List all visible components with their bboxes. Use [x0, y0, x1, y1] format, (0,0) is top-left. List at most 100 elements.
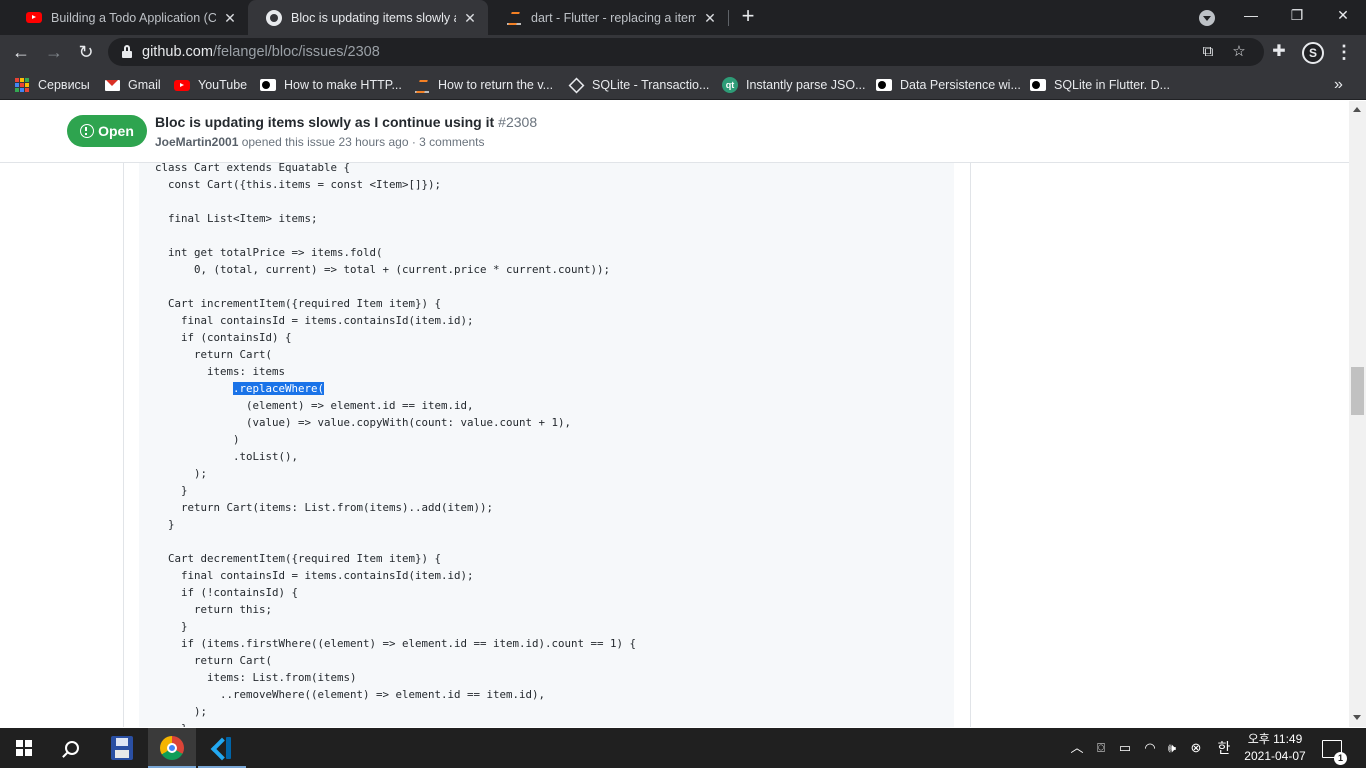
back-icon[interactable]: ←	[9, 40, 33, 64]
page-scrollbar[interactable]	[1349, 101, 1366, 727]
notification-count-badge: 1	[1334, 752, 1347, 765]
start-button[interactable]	[0, 728, 48, 768]
code-line: return Cart(items: List.from(items)..add…	[155, 499, 636, 516]
code-line: return Cart(	[155, 346, 636, 363]
bookmark-label: Data Persistence wi...	[900, 78, 1021, 92]
code-line: }	[155, 618, 636, 635]
code-line: Cart incrementItem({required Item item})…	[155, 295, 636, 312]
code-line: (element) => element.id == item.id,	[155, 397, 636, 414]
issue-meta: JoeMartin2001 opened this issue 23 hours…	[155, 135, 485, 149]
new-tab-button[interactable]: +	[737, 5, 759, 28]
forward-icon[interactable]: →	[42, 40, 66, 64]
taskbar-app-vscode[interactable]	[198, 728, 246, 768]
tab-youtube-todo[interactable]: Building a Todo Application (CRU ✕	[8, 0, 248, 35]
code-text: }	[155, 484, 188, 497]
bookmark-star-icon[interactable]: ☆	[1231, 44, 1247, 60]
network-icon[interactable]: ◠	[1141, 740, 1159, 756]
github-icon	[266, 9, 282, 26]
scrollbar-thumb[interactable]	[1351, 367, 1364, 415]
disconnected-icon[interactable]: ⊗	[1187, 740, 1205, 756]
code-text: final List<Item> items;	[155, 212, 318, 225]
bookmark-label: YouTube	[198, 78, 248, 92]
code-line: if (items.firstWhere((element) => elemen…	[155, 635, 636, 652]
code-text: int get totalPrice => items.fold(	[155, 246, 383, 259]
tab-github-issue[interactable]: Bloc is updating items slowly as I ✕	[248, 0, 488, 35]
bookmark-apps[interactable]: Сервисы	[14, 75, 90, 95]
clock-date: 2021-04-07	[1244, 749, 1306, 763]
chrome-menu-icon[interactable]: ⋮	[1335, 43, 1353, 61]
code-text: Cart incrementItem({required Item item})…	[155, 297, 442, 310]
medium-icon	[260, 77, 276, 93]
issue-state-badge: Open	[67, 115, 147, 147]
taskbar-app-chrome[interactable]	[148, 728, 196, 768]
bookmark-gmail[interactable]: Gmail	[104, 75, 161, 95]
code-line: );	[155, 465, 636, 482]
code-line: final containsId = items.containsId(item…	[155, 567, 636, 584]
bookmark-return-so[interactable]: How to return the v...	[414, 75, 553, 95]
code-text: );	[155, 705, 208, 718]
stackoverflow-icon	[506, 10, 522, 26]
code-line: const Cart({this.items = const <Item>[]}…	[155, 176, 636, 193]
code-text: )	[155, 433, 240, 446]
bookmark-quicktype[interactable]: qt Instantly parse JSO...	[722, 75, 866, 95]
tab-search-icon[interactable]	[1199, 10, 1215, 26]
code-text: if (!containsId) {	[155, 586, 299, 599]
code-text: }	[155, 620, 188, 633]
bookmark-sqlite-flutter[interactable]: SQLite in Flutter. D...	[1030, 75, 1170, 95]
code-text: if (containsId) {	[155, 331, 292, 344]
address-bar[interactable]: github.com/felangel/bloc/issues/2308 ⧉ ☆	[108, 38, 1264, 66]
scroll-down-arrow-icon[interactable]	[1353, 715, 1361, 720]
volume-icon[interactable]: 🕪	[1163, 740, 1181, 756]
tab-title: Bloc is updating items slowly as I	[291, 10, 456, 25]
sqlite-icon	[568, 77, 584, 93]
ime-indicator[interactable]: 한	[1214, 740, 1234, 756]
stackoverflow-icon	[414, 77, 430, 93]
close-window-button[interactable]: ✕	[1320, 0, 1366, 30]
bookmarks-overflow-button[interactable]: »	[1334, 75, 1343, 95]
profile-avatar[interactable]: S	[1302, 42, 1324, 64]
tab-stackoverflow[interactable]: dart - Flutter - replacing a item in ✕	[488, 0, 728, 35]
taskbar-search-button[interactable]	[48, 728, 96, 768]
code-text: return Cart(items: List.from(items)..add…	[155, 501, 494, 514]
youtube-icon	[174, 77, 190, 93]
bookmark-label: How to return the v...	[438, 78, 554, 92]
bookmark-label: SQLite in Flutter. D...	[1054, 78, 1171, 92]
scroll-up-arrow-icon[interactable]	[1353, 107, 1361, 112]
bookmark-youtube[interactable]: YouTube	[174, 75, 247, 95]
bookmark-sqlite-transaction[interactable]: SQLite - Transactio...	[568, 75, 709, 95]
code-line: (value) => value.copyWith(count: value.c…	[155, 414, 636, 431]
meet-now-icon[interactable]: ⌼	[1093, 740, 1109, 756]
taskbar-app-save[interactable]	[98, 728, 146, 768]
show-hidden-icons-chevron-icon[interactable]: ︿	[1069, 740, 1085, 756]
minimize-button[interactable]: —	[1228, 0, 1274, 30]
code-line: return Cart(	[155, 652, 636, 669]
translate-icon[interactable]: ⧉	[1200, 44, 1216, 60]
url-host: github.com	[142, 44, 213, 60]
code-line: final containsId = items.containsId(item…	[155, 312, 636, 329]
bookmark-data-persistence[interactable]: Data Persistence wi...	[876, 75, 1021, 95]
issue-author-link[interactable]: JoeMartin2001	[155, 135, 238, 149]
code-text: items: List.from(items)	[155, 671, 357, 684]
maximize-button[interactable]: ❐	[1274, 0, 1320, 30]
code-line: int get totalPrice => items.fold(	[155, 244, 636, 261]
extensions-icon[interactable]: ✚	[1270, 43, 1288, 61]
code-line: .toList(),	[155, 448, 636, 465]
close-tab-icon[interactable]: ✕	[222, 10, 238, 26]
code-text: );	[155, 467, 208, 480]
url-text[interactable]: github.com/felangel/bloc/issues/2308	[142, 44, 380, 60]
code-line: ..removeWhere((element) => element.id ==…	[155, 686, 636, 703]
close-tab-icon[interactable]: ✕	[702, 10, 718, 26]
close-tab-icon[interactable]: ✕	[462, 10, 478, 26]
battery-icon[interactable]: ▭	[1116, 740, 1134, 756]
reload-icon[interactable]: ↻	[74, 40, 98, 64]
issue-title-text: Bloc is updating items slowly as I conti…	[155, 114, 495, 130]
bookmark-http-medium[interactable]: How to make HTTP...	[260, 75, 402, 95]
gmail-icon	[104, 77, 120, 93]
lock-icon[interactable]	[122, 45, 132, 58]
tab-strip: Building a Todo Application (CRU ✕ Bloc …	[0, 0, 1366, 35]
taskbar-clock[interactable]: 오후 11:49 2021-04-07	[1240, 731, 1310, 765]
